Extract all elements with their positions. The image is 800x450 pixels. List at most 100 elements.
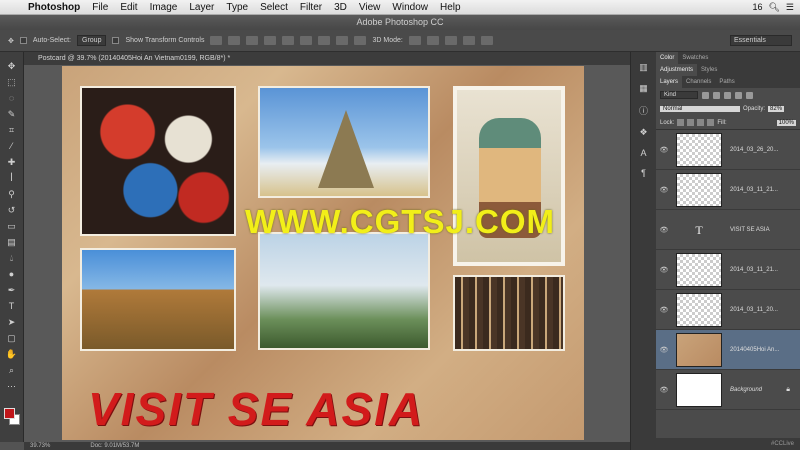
- filter-smart-object-icon[interactable]: [746, 91, 753, 99]
- lock-position-icon[interactable]: [697, 119, 705, 126]
- align-left-icon[interactable]: [264, 36, 277, 45]
- filter-pixel-icon[interactable]: [702, 91, 709, 99]
- opacity-field[interactable]: 82%: [768, 106, 785, 112]
- align-middle-icon[interactable]: [228, 36, 241, 45]
- more-tools-icon[interactable]: ⋯: [5, 380, 19, 392]
- info-panel-icon[interactable]: ⓘ: [639, 104, 648, 117]
- menu-select[interactable]: Select: [254, 2, 294, 13]
- hand-tool-icon[interactable]: ✋: [5, 348, 19, 360]
- filter-adjustment-icon[interactable]: [713, 91, 720, 99]
- align-center-icon[interactable]: [282, 36, 295, 45]
- brush-panel-icon[interactable]: ❖: [639, 127, 647, 138]
- blend-mode-dropdown[interactable]: Normal: [660, 106, 740, 112]
- show-transform-checkbox[interactable]: [112, 37, 120, 44]
- tab-swatches[interactable]: Swatches: [678, 55, 712, 61]
- brushes-photo[interactable]: [453, 275, 565, 351]
- clone-stamp-icon[interactable]: ⚲: [5, 188, 19, 200]
- menu-view[interactable]: View: [353, 2, 387, 13]
- menu-edit[interactable]: Edit: [114, 2, 143, 13]
- foreground-color-swatch[interactable]: [4, 408, 15, 419]
- 3d-scale-icon[interactable]: [480, 36, 493, 45]
- menu-window[interactable]: Window: [386, 2, 434, 13]
- layer-row[interactable]: 👁︎ T VISIT SE ASIA: [656, 210, 800, 250]
- auto-select-checkbox[interactable]: [19, 37, 27, 44]
- move-tool-icon[interactable]: ✥: [5, 60, 19, 72]
- menu-file[interactable]: File: [86, 2, 114, 13]
- search-icon[interactable]: 🔍︎: [768, 2, 779, 13]
- lock-transparent-icon[interactable]: [677, 119, 685, 126]
- tab-color[interactable]: Color: [656, 52, 679, 64]
- lock-label: Lock:: [660, 119, 675, 126]
- paragraph-panel-icon[interactable]: ¶: [641, 168, 646, 178]
- document-tab[interactable]: Postcard @ 39.7% (20140405Hoi An Vietnam…: [24, 52, 630, 65]
- eye-icon[interactable]: 👁︎: [656, 266, 672, 274]
- brush-tool-icon[interactable]: ꟾ: [5, 172, 19, 184]
- ganesh-shrine-photo[interactable]: [80, 248, 236, 351]
- distribute-icon[interactable]: [318, 36, 331, 45]
- supertree-grove-photo[interactable]: [258, 232, 430, 350]
- blur-tool-icon[interactable]: 💧︎: [5, 252, 19, 264]
- fill-field[interactable]: 100%: [776, 119, 796, 126]
- zoom-tool-icon[interactable]: ⌕: [5, 364, 19, 376]
- crop-tool-icon[interactable]: ⌗: [5, 124, 19, 136]
- dodge-tool-icon[interactable]: ●: [5, 268, 19, 280]
- layer-row[interactable]: 👁︎ Background 🔒︎: [656, 370, 800, 410]
- eyedropper-icon[interactable]: ⁄: [5, 140, 19, 152]
- lock-all-icon[interactable]: [707, 119, 715, 126]
- auto-select-dropdown[interactable]: Group: [77, 35, 107, 46]
- type-tool-icon[interactable]: T: [5, 300, 19, 312]
- shape-tool-icon[interactable]: ▢: [5, 332, 19, 344]
- 3d-pan-icon[interactable]: [444, 36, 457, 45]
- menu-3d[interactable]: 3D: [328, 2, 353, 13]
- marquee-tool-icon[interactable]: ⬚: [5, 76, 19, 88]
- menu-filter[interactable]: Filter: [294, 2, 328, 13]
- tab-styles[interactable]: Styles: [697, 67, 721, 73]
- pen-tool-icon[interactable]: ✒: [5, 284, 19, 296]
- distribute-h-icon[interactable]: [336, 36, 349, 45]
- align-top-icon[interactable]: [210, 36, 223, 45]
- 3d-rotate-icon[interactable]: [408, 36, 421, 45]
- filter-kind-dropdown[interactable]: Kind: [660, 91, 698, 99]
- 3d-roll-icon[interactable]: [426, 36, 439, 45]
- tab-adjustments[interactable]: Adjustments: [656, 64, 698, 76]
- filter-shape-icon[interactable]: [735, 91, 742, 99]
- properties-panel-icon[interactable]: ▦: [639, 83, 648, 94]
- character-panel-icon[interactable]: A: [640, 148, 646, 158]
- eye-icon[interactable]: 👁︎: [656, 346, 672, 354]
- eye-icon[interactable]: 👁︎: [656, 386, 672, 394]
- layer-row[interactable]: 👁︎ 2014_03_11_21...: [656, 250, 800, 290]
- auto-align-icon[interactable]: [354, 36, 367, 45]
- workspace-dropdown[interactable]: Essentials: [730, 35, 792, 46]
- quick-select-icon[interactable]: ✎: [5, 108, 19, 120]
- lock-image-icon[interactable]: [687, 119, 695, 126]
- tab-layers[interactable]: Layers: [656, 76, 683, 88]
- move-tool-icon[interactable]: ✥: [8, 37, 14, 45]
- menu-photoshop[interactable]: Photoshop: [22, 2, 86, 13]
- eye-icon[interactable]: 👁︎: [656, 226, 672, 234]
- 3d-slide-icon[interactable]: [462, 36, 475, 45]
- temple-tower-photo[interactable]: [258, 86, 430, 198]
- menu-help[interactable]: Help: [434, 2, 467, 13]
- layer-row-selected[interactable]: 👁︎ 20140405Hoi An...: [656, 330, 800, 370]
- menu-image[interactable]: Image: [144, 2, 184, 13]
- eye-icon[interactable]: 👁︎: [656, 306, 672, 314]
- layer-row[interactable]: 👁︎ 2014_03_11_21...: [656, 170, 800, 210]
- filter-type-icon[interactable]: [724, 91, 731, 99]
- menu-type[interactable]: Type: [220, 2, 254, 13]
- list-icon[interactable]: ☰: [786, 2, 794, 13]
- tab-channels[interactable]: Channels: [682, 79, 715, 85]
- path-select-icon[interactable]: ➤: [5, 316, 19, 328]
- lasso-tool-icon[interactable]: ◌: [5, 92, 19, 104]
- history-panel-icon[interactable]: ▥: [639, 62, 648, 73]
- align-right-icon[interactable]: [300, 36, 313, 45]
- headline-text[interactable]: VISIT SE ASIA: [88, 382, 558, 436]
- tab-paths[interactable]: Paths: [715, 79, 738, 85]
- healing-brush-icon[interactable]: ✚: [5, 156, 19, 168]
- align-bottom-icon[interactable]: [246, 36, 259, 45]
- eye-icon[interactable]: 👁︎: [656, 146, 672, 154]
- menu-layer[interactable]: Layer: [183, 2, 220, 13]
- layer-row[interactable]: 👁︎ 2014_03_26_20...: [656, 130, 800, 170]
- zoom-level[interactable]: 39.73%: [30, 442, 50, 450]
- layer-row[interactable]: 👁︎ 2014_03_11_20...: [656, 290, 800, 330]
- eye-icon[interactable]: 👁︎: [656, 186, 672, 194]
